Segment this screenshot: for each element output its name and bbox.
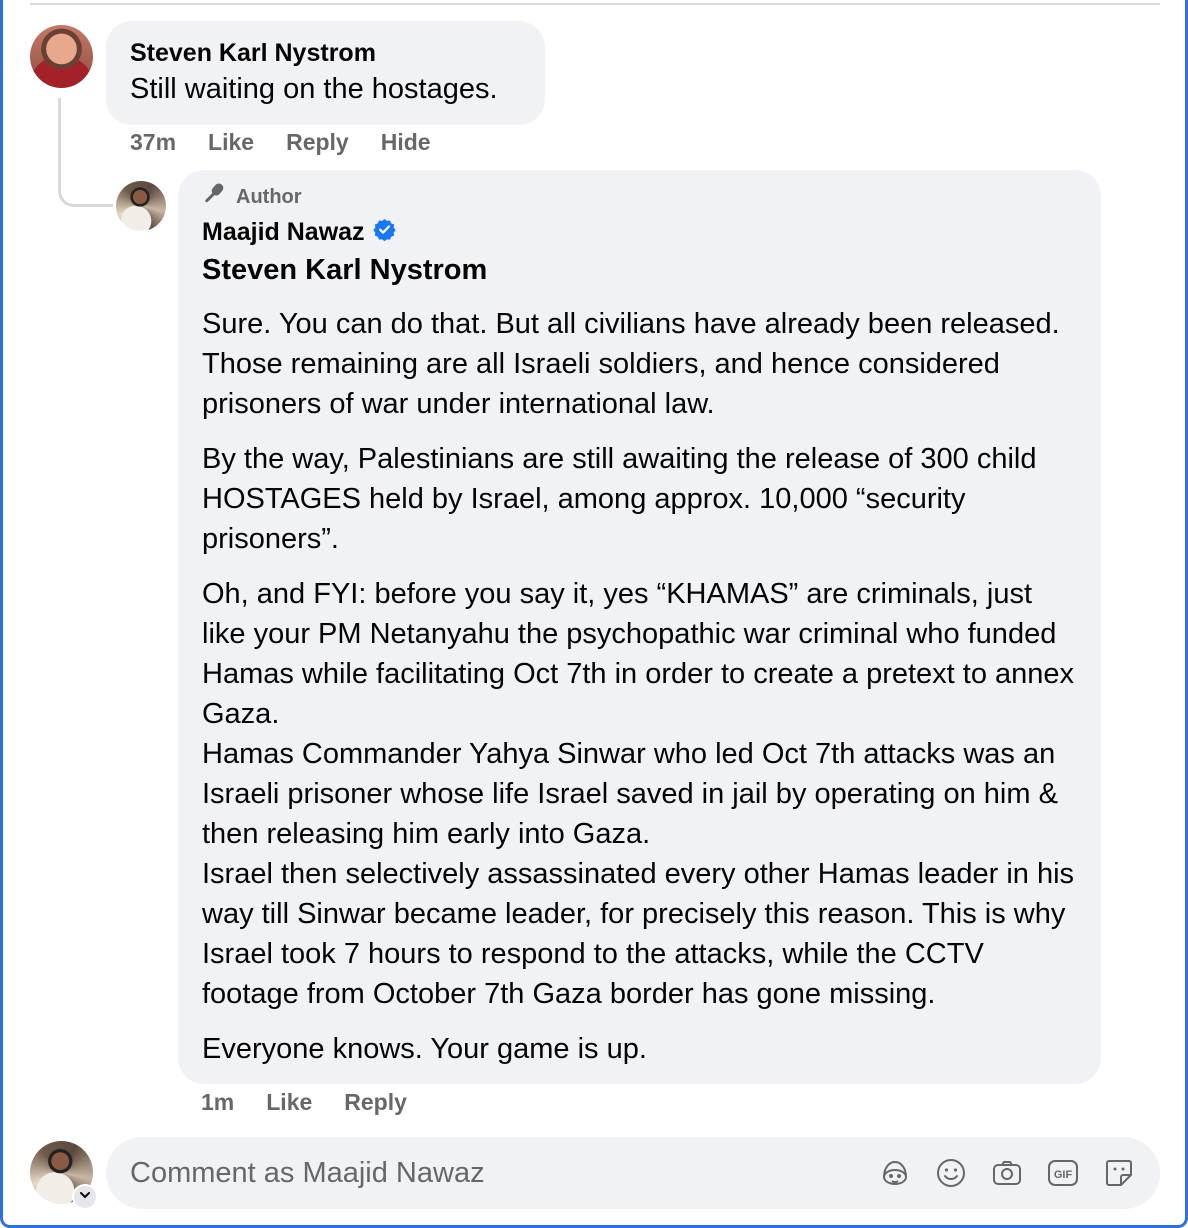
svg-text:GIF: GIF	[1054, 1169, 1073, 1181]
profile-switcher-button[interactable]	[72, 1184, 98, 1210]
sticker-icon[interactable]	[1102, 1156, 1136, 1190]
author-badge: Author	[202, 182, 1077, 212]
thread-connector	[58, 98, 113, 207]
reply-paragraph: By the way, Palestinians are still await…	[202, 443, 1037, 555]
reply-paragraph: Everyone knows. Your game is up.	[202, 1033, 647, 1065]
reply-paragraph: Sure. You can do that. But all civilians…	[202, 308, 1060, 420]
emoji-icon[interactable]	[934, 1156, 968, 1190]
reply-button[interactable]: Reply	[344, 1089, 407, 1116]
comment-timestamp[interactable]: 37m	[130, 129, 176, 156]
comment-composer[interactable]: Comment as Maajid Nawaz GIF	[106, 1137, 1160, 1209]
reply-button[interactable]: Reply	[286, 129, 349, 156]
avatar[interactable]	[30, 25, 93, 88]
avatar[interactable]	[116, 181, 166, 231]
comment-bubble: Steven Karl Nystrom Still waiting on the…	[106, 21, 545, 125]
chevron-down-icon	[79, 1188, 91, 1206]
comment-text: Still waiting on the hostages.	[130, 73, 498, 105]
comment-actions: 37m Like Reply Hide	[130, 129, 431, 156]
author-badge-label: Author	[236, 185, 302, 208]
reply-actions: 1m Like Reply	[201, 1089, 407, 1116]
reply-timestamp[interactable]: 1m	[201, 1089, 234, 1116]
comment-input[interactable]: Comment as Maajid Nawaz	[130, 1157, 878, 1190]
avatar-sticker-icon[interactable]	[878, 1156, 912, 1190]
like-button[interactable]: Like	[266, 1089, 312, 1116]
microphone-icon	[202, 182, 228, 212]
divider	[30, 3, 1160, 5]
composer-tools: GIF	[878, 1156, 1136, 1190]
gif-icon[interactable]: GIF	[1046, 1156, 1080, 1190]
verified-badge-icon	[372, 218, 396, 246]
mentioned-user[interactable]: Steven Karl Nystrom	[202, 251, 1077, 289]
reply-author[interactable]: Maajid Nawaz	[202, 216, 365, 248]
camera-icon[interactable]	[990, 1156, 1024, 1190]
reply-bubble: Author Maajid Nawaz Steven Karl Nystrom …	[178, 170, 1101, 1084]
comment-author[interactable]: Steven Karl Nystrom	[130, 37, 521, 69]
reply-paragraph: Hamas Commander Yahya Sinwar who led Oct…	[202, 738, 1058, 850]
hide-button[interactable]: Hide	[381, 129, 431, 156]
like-button[interactable]: Like	[208, 129, 254, 156]
reply-paragraph: Israel then selectively assassinated eve…	[202, 858, 1075, 1010]
reply-paragraph: Oh, and FYI: before you say it, yes “KHA…	[202, 578, 1075, 730]
